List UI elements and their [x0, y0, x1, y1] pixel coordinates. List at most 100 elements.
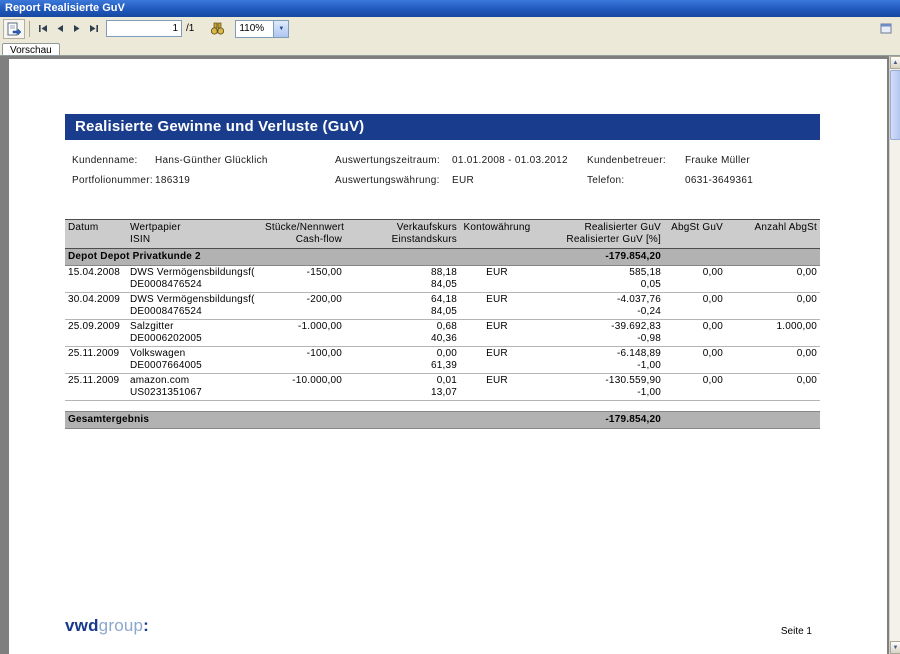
- cell-stuecke: -10.000,00: [262, 374, 345, 401]
- report-title: Realisierte Gewinne und Verluste (GuV): [75, 118, 364, 135]
- chevron-down-icon[interactable]: ▼: [273, 21, 288, 37]
- scrollbar-thumb[interactable]: [890, 70, 900, 140]
- export-icon: [7, 22, 21, 36]
- cell-kurs: 88,1884,05: [345, 266, 460, 293]
- table-row: 30.04.2009 DWS Vermögensbildungsf(DE0008…: [65, 293, 820, 320]
- binoculars-search-icon: [210, 22, 225, 35]
- cell-stuecke: -200,00: [262, 293, 345, 320]
- zoom-select[interactable]: 110% ▼: [235, 20, 289, 38]
- cell-kurs: 0,6840,36: [345, 320, 460, 347]
- cell-anzahl-abgst: 0,00: [726, 374, 820, 401]
- page-number-input[interactable]: [106, 20, 182, 37]
- cell-anzahl-abgst: 0,00: [726, 293, 820, 320]
- scroll-up-button[interactable]: ▲: [890, 56, 900, 69]
- page-number-label: Seite 1: [781, 626, 812, 637]
- info-label: Portfolionummer:: [72, 175, 153, 186]
- info-row: Kundenname: Hans-Günther Glücklich Auswe…: [65, 152, 820, 172]
- info-label: Kundenbetreuer:: [587, 155, 666, 166]
- vwd-group-logo: vwdgroup:: [65, 616, 149, 635]
- next-page-button[interactable]: [68, 19, 85, 39]
- cell-datum: 15.04.2008: [65, 266, 127, 293]
- cell-wertpapier: SalzgitterDE0006202005: [127, 320, 262, 347]
- report-title-bar: Realisierte Gewinne und Verluste (GuV): [65, 114, 820, 140]
- cell-anzahl-abgst: 1.000,00: [726, 320, 820, 347]
- table-row: 25.11.2009 VolkswagenDE0007664005 -100,0…: [65, 347, 820, 374]
- total-value: -179.854,20: [534, 412, 664, 429]
- toolbar: /1 110% ▼: [0, 17, 900, 40]
- previous-page-button[interactable]: [51, 19, 68, 39]
- table-row: 15.04.2008 DWS Vermögensbildungsf(DE0008…: [65, 266, 820, 293]
- popup-window-button[interactable]: [875, 19, 897, 39]
- cell-datum: 25.11.2009: [65, 347, 127, 374]
- cell-kurs: 0,0113,07: [345, 374, 460, 401]
- down-arrow-icon: ▼: [893, 645, 899, 651]
- first-page-icon: [38, 24, 48, 33]
- export-button[interactable]: [3, 19, 25, 39]
- guv-table: Datum WertpapierISIN Stücke/NennwertCash…: [65, 219, 820, 429]
- cell-guv: -4.037,76-0,24: [534, 293, 664, 320]
- logo-colon: :: [143, 616, 149, 635]
- scroll-down-button[interactable]: ▼: [890, 641, 900, 654]
- info-value: 186319: [155, 175, 190, 186]
- info-label: Auswertungszeitraum:: [335, 155, 440, 166]
- column-header-realisierter-guv: Realisierter GuVRealisierter GuV [%]: [534, 220, 664, 249]
- cell-abgst-guv: 0,00: [664, 266, 726, 293]
- group-label: Depot Depot Privatkunde 2: [65, 249, 534, 266]
- cell-waehrung: EUR: [460, 266, 534, 293]
- column-header-wertpapier: WertpapierISIN: [127, 220, 262, 249]
- info-label: Auswertungswährung:: [335, 175, 440, 186]
- cell-datum: 25.09.2009: [65, 320, 127, 347]
- cell-stuecke: -1.000,00: [262, 320, 345, 347]
- cell-guv: -6.148,89-1,00: [534, 347, 664, 374]
- report-content: Realisierte Gewinne und Verluste (GuV) K…: [65, 59, 820, 429]
- total-label: Gesamtergebnis: [65, 412, 534, 429]
- cell-kurs: 64,1884,05: [345, 293, 460, 320]
- last-page-icon: [89, 24, 99, 33]
- cell-stuecke: -100,00: [262, 347, 345, 374]
- up-arrow-icon: ▲: [893, 60, 899, 66]
- info-value: 0631-3649361: [685, 175, 753, 186]
- cell-waehrung: EUR: [460, 374, 534, 401]
- report-page: Realisierte Gewinne und Verluste (GuV) K…: [9, 59, 887, 654]
- info-value: Frauke Müller: [685, 155, 750, 166]
- info-label: Telefon:: [587, 175, 624, 186]
- window-titlebar[interactable]: Report Realisierte GuV: [0, 0, 900, 17]
- tab-bar: Vorschau: [0, 40, 900, 55]
- next-page-icon: [73, 24, 81, 33]
- zoom-value: 110%: [236, 23, 273, 34]
- cell-anzahl-abgst: 0,00: [726, 347, 820, 374]
- logo-vwd: vwd: [65, 616, 99, 635]
- group-header-row: Depot Depot Privatkunde 2 -179.854,20: [65, 249, 820, 266]
- page-total-label: /1: [186, 23, 194, 34]
- info-value: 01.01.2008 - 01.03.2012: [452, 155, 568, 166]
- window-icon: [880, 23, 892, 34]
- info-value: EUR: [452, 175, 474, 186]
- cell-kurs: 0,0061,39: [345, 347, 460, 374]
- search-button[interactable]: [206, 19, 228, 39]
- report-footer: vwdgroup: Seite 1: [65, 616, 820, 638]
- cell-abgst-guv: 0,00: [664, 293, 726, 320]
- info-label: Kundenname:: [72, 155, 138, 166]
- grand-total-row: Gesamtergebnis -179.854,20: [65, 412, 820, 429]
- column-header-verkaufskurs: VerkaufskursEinstandskurs: [345, 220, 460, 249]
- cell-waehrung: EUR: [460, 320, 534, 347]
- column-header-anzahl-abgst: Anzahl AbgSt: [726, 220, 820, 249]
- logo-group: group: [99, 616, 143, 635]
- cell-waehrung: EUR: [460, 347, 534, 374]
- cell-abgst-guv: 0,00: [664, 347, 726, 374]
- cell-abgst-guv: 0,00: [664, 374, 726, 401]
- cell-guv: -130.559,90-1,00: [534, 374, 664, 401]
- last-page-button[interactable]: [85, 19, 102, 39]
- vertical-scrollbar[interactable]: ▲ ▼: [889, 56, 900, 654]
- cell-abgst-guv: 0,00: [664, 320, 726, 347]
- first-page-button[interactable]: [34, 19, 51, 39]
- column-header-datum: Datum: [65, 220, 127, 249]
- column-header-abgst-guv: AbgSt GuV: [664, 220, 726, 249]
- info-row: Portfolionummer: 186319 Auswertungswähru…: [65, 172, 820, 192]
- report-info: Kundenname: Hans-Günther Glücklich Auswe…: [65, 152, 820, 192]
- cell-wertpapier: amazon.comUS0231351067: [127, 374, 262, 401]
- cell-wertpapier: VolkswagenDE0007664005: [127, 347, 262, 374]
- table-header-row: Datum WertpapierISIN Stücke/NennwertCash…: [65, 220, 820, 249]
- toolbar-separator: [29, 21, 30, 37]
- cell-stuecke: -150,00: [262, 266, 345, 293]
